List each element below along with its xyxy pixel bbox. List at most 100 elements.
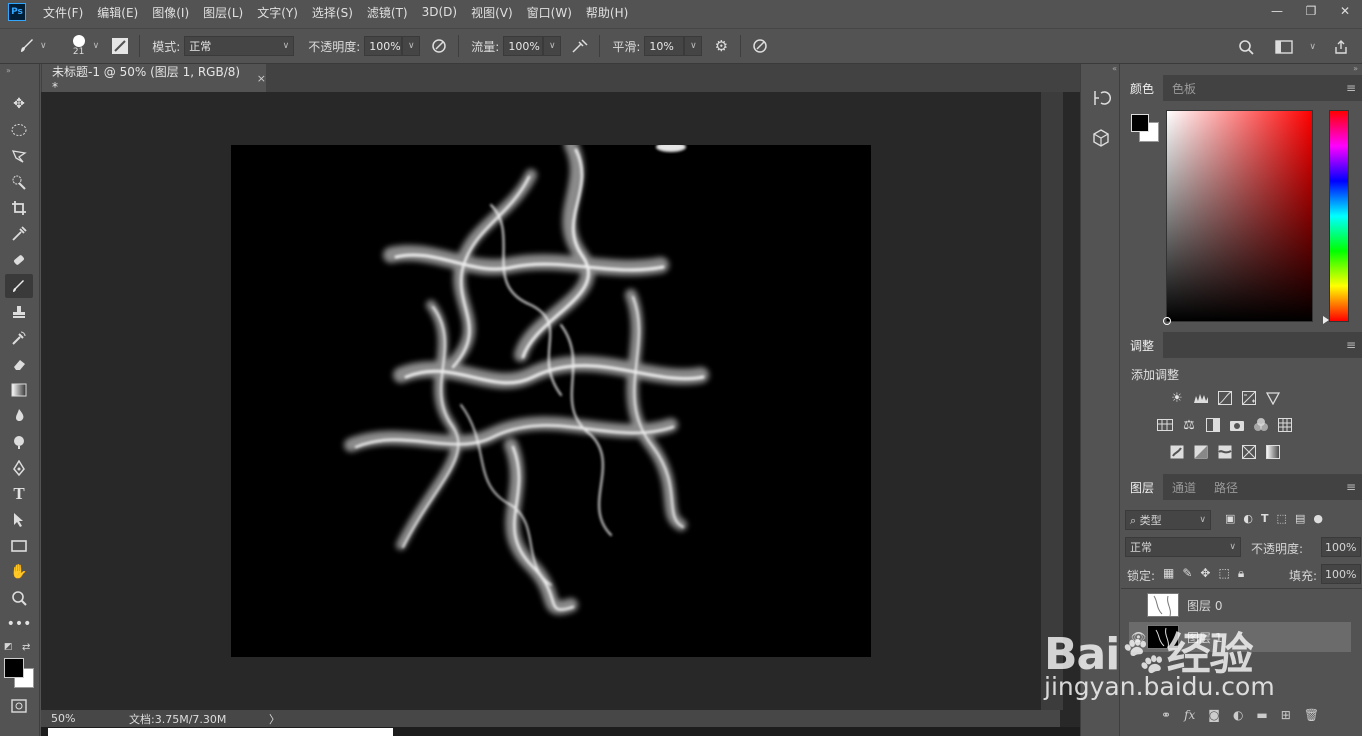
zoom-tool-icon[interactable] — [5, 586, 33, 610]
eraser-tool-icon[interactable] — [5, 352, 33, 376]
chevron-down-icon[interactable]: ∨ — [40, 41, 47, 51]
photo-filter-icon[interactable] — [1227, 415, 1247, 435]
type-tool-icon[interactable]: T — [5, 482, 33, 506]
eye-visibility-icon[interactable]: 👁︎ — [1131, 630, 1146, 644]
fill-input[interactable]: 100% — [1321, 564, 1361, 584]
status-menu-arrow[interactable]: 〉 — [269, 711, 280, 727]
brush-size-preview[interactable]: 21 — [69, 35, 89, 57]
flow-input[interactable]: 100% — [503, 36, 544, 56]
blend-mode-select[interactable]: 正常 ∨ — [1125, 537, 1241, 557]
add-mask-icon[interactable]: ◙ — [1208, 708, 1220, 722]
new-adjustment-layer-icon[interactable]: ◐ — [1233, 708, 1243, 722]
hue-slider[interactable] — [1329, 110, 1349, 322]
restore-button[interactable]: ❐ — [1294, 0, 1328, 22]
quick-mask-icon[interactable] — [5, 694, 33, 718]
marquee-tool-icon[interactable] — [5, 118, 33, 142]
hue-saturation-icon[interactable] — [1155, 415, 1175, 435]
gradient-map-icon[interactable] — [1263, 442, 1283, 462]
pixel-filter-icon[interactable]: ▣ — [1225, 512, 1235, 525]
lock-position-icon[interactable]: ✥ — [1200, 566, 1210, 581]
layer-filter-select[interactable]: ⌕ 类型 ∨ — [1125, 510, 1211, 530]
gradient-tool-icon[interactable] — [5, 378, 33, 402]
menu-3d[interactable]: 3D(D) — [415, 5, 464, 19]
menu-layer[interactable]: 图层(L) — [196, 4, 250, 21]
minimize-button[interactable]: — — [1260, 0, 1294, 22]
levels-icon[interactable] — [1191, 388, 1211, 408]
lock-all-icon[interactable]: 🔒︎ — [1238, 566, 1244, 581]
tab-layers[interactable]: 图层 — [1121, 474, 1164, 500]
link-layers-icon[interactable]: ⚭ — [1161, 708, 1171, 722]
layer-row-selected[interactable]: 👁︎ 图层 1 — [1129, 622, 1351, 652]
tab-channels[interactable]: 通道 — [1163, 474, 1205, 500]
menu-edit[interactable]: 编辑(E) — [90, 4, 145, 21]
shape-filter-icon[interactable]: ⬚ — [1277, 512, 1287, 525]
delete-layer-icon[interactable]: 🗑︎ — [1304, 708, 1319, 722]
rectangle-tool-icon[interactable] — [5, 534, 33, 558]
history-panel-icon[interactable] — [1091, 88, 1111, 111]
menu-window[interactable]: 窗口(W) — [520, 4, 579, 21]
smart-object-filter-icon[interactable]: ▤ — [1295, 512, 1305, 525]
share-icon[interactable] — [1328, 35, 1354, 59]
color-field[interactable] — [1163, 110, 1313, 325]
crop-tool-icon[interactable] — [5, 196, 33, 220]
smoothing-input[interactable]: 10% — [644, 36, 685, 56]
move-tool-icon[interactable]: ✥ — [5, 92, 33, 116]
hand-tool-icon[interactable]: ✋ — [5, 560, 33, 584]
opacity-input[interactable]: 100% — [364, 36, 403, 56]
panel-menu-icon[interactable]: ≡ — [1346, 338, 1356, 352]
tab-swatches[interactable]: 色板 — [1163, 75, 1205, 101]
swap-colors-icon[interactable]: ⇄ — [22, 642, 30, 653]
flow-dropdown[interactable]: ∨ — [543, 36, 562, 56]
blur-tool-icon[interactable] — [5, 404, 33, 428]
collapse-arrows-icon[interactable]: » — [1353, 64, 1358, 73]
3d-panel-icon[interactable] — [1091, 128, 1111, 151]
menu-select[interactable]: 选择(S) — [305, 4, 360, 21]
menu-image[interactable]: 图像(I) — [145, 4, 196, 21]
color-lookup-icon[interactable] — [1275, 415, 1295, 435]
exposure-icon[interactable] — [1239, 388, 1259, 408]
smoothing-dropdown[interactable]: ∨ — [684, 36, 703, 56]
panel-menu-icon[interactable]: ≡ — [1346, 81, 1356, 95]
menu-view[interactable]: 视图(V) — [464, 4, 520, 21]
foreground-color-swatch[interactable] — [1131, 114, 1149, 132]
menu-filter[interactable]: 滤镜(T) — [360, 4, 415, 21]
quick-select-tool-icon[interactable] — [5, 170, 33, 194]
stamp-tool-icon[interactable] — [5, 300, 33, 324]
curves-icon[interactable] — [1215, 388, 1235, 408]
document-tab[interactable]: 未标题-1 @ 50% (图层 1, RGB/8) * × — [42, 64, 266, 94]
menu-help[interactable]: 帮助(H) — [579, 4, 635, 21]
invert-icon[interactable] — [1167, 442, 1187, 462]
zoom-level[interactable]: 50% — [51, 712, 89, 725]
lasso-tool-icon[interactable] — [5, 144, 33, 168]
selective-color-icon[interactable] — [1239, 442, 1259, 462]
posterize-icon[interactable] — [1191, 442, 1211, 462]
pressure-size-icon[interactable] — [747, 34, 773, 58]
brush-tool-icon[interactable] — [5, 274, 33, 298]
new-layer-icon[interactable]: ⊞ — [1281, 708, 1291, 722]
lock-pixels-icon[interactable]: ✎ — [1182, 566, 1192, 581]
canvas[interactable] — [231, 145, 871, 657]
brush-settings-panel-icon[interactable] — [107, 34, 133, 58]
tab-adjustments[interactable]: 调整 — [1121, 332, 1164, 358]
mode-select[interactable]: 正常 ∨ — [184, 36, 295, 56]
close-button[interactable]: ✕ — [1328, 0, 1362, 22]
close-tab-icon[interactable]: × — [257, 72, 266, 85]
gear-icon[interactable]: ⚙ — [708, 34, 734, 58]
vertical-scrollbar[interactable] — [1041, 92, 1063, 710]
path-select-tool-icon[interactable] — [5, 508, 33, 532]
type-filter-icon[interactable]: T — [1261, 512, 1269, 525]
collapse-arrows-icon[interactable]: « — [1081, 64, 1121, 74]
channel-mixer-icon[interactable] — [1251, 415, 1271, 435]
panel-menu-icon[interactable]: ≡ — [1346, 480, 1356, 494]
adjustment-filter-icon[interactable]: ◐ — [1243, 512, 1253, 525]
black-white-icon[interactable] — [1203, 415, 1223, 435]
eyedropper-tool-icon[interactable] — [5, 222, 33, 246]
more-tools-icon[interactable]: ••• — [5, 612, 33, 636]
opacity-dropdown[interactable]: ∨ — [402, 36, 421, 56]
tab-color[interactable]: 颜色 — [1121, 75, 1164, 101]
threshold-icon[interactable] — [1215, 442, 1235, 462]
pressure-opacity-icon[interactable] — [426, 34, 452, 58]
airbrush-icon[interactable] — [567, 34, 593, 58]
chevron-down-icon[interactable]: ∨ — [1309, 42, 1316, 52]
layer-style-icon[interactable]: fx — [1184, 708, 1195, 722]
